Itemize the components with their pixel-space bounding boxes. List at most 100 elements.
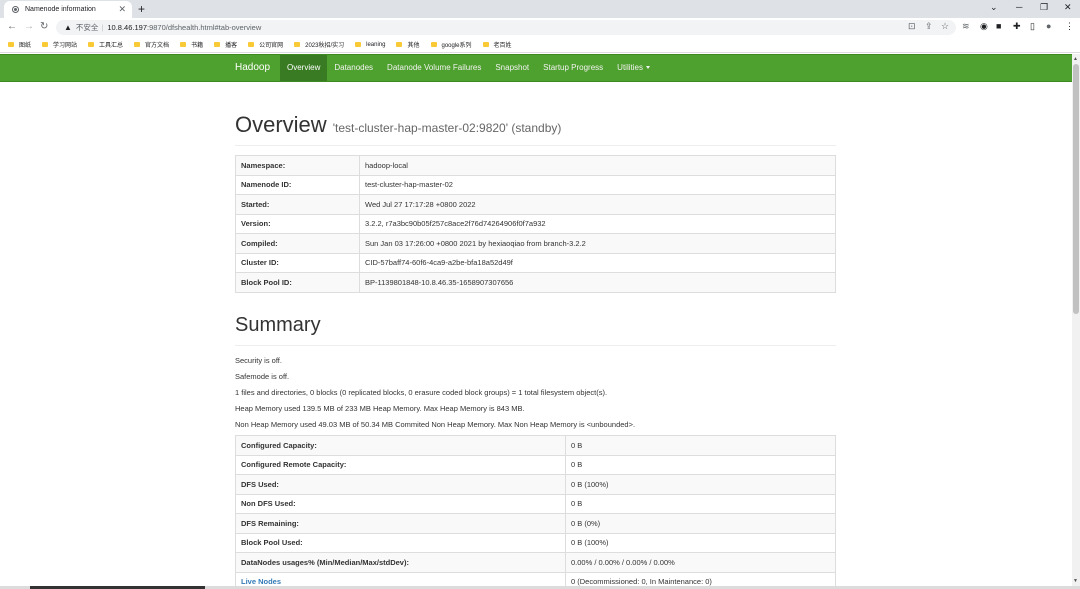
overview-subtitle: 'test-cluster-hap-master-02:9820' (stand…	[332, 121, 562, 135]
url-host: 10.8.46.197	[107, 23, 147, 32]
folder-icon	[42, 42, 49, 47]
menu-kebab-icon[interactable]: ⋮	[1065, 21, 1074, 32]
browser-toolbar: ← → ↻ ▲ 不安全 | 10.8.46.197 :9870/dfshealt…	[0, 18, 1080, 37]
folder-icon	[294, 42, 301, 47]
minimize-icon[interactable]: ─	[1016, 2, 1022, 12]
translate-icon[interactable]: ⊡	[908, 21, 916, 32]
folder-icon	[8, 42, 14, 47]
table-row: Namenode ID: test-cluster-hap-master-02	[235, 174, 836, 195]
table-row: DFS Used: 0 B (100%)	[235, 474, 836, 494]
nav-overview[interactable]: Overview	[280, 55, 328, 81]
table-row: Compiled: Sun Jan 03 17:26:00 +0800 2021 …	[235, 233, 836, 253]
nav-utilities-dropdown[interactable]: Utilities	[610, 55, 657, 81]
row-key: Started:	[235, 194, 360, 214]
chevron-down-icon[interactable]: ⌄	[990, 2, 998, 13]
security-status: 不安全	[75, 23, 99, 32]
table-row: Started: Wed Jul 27 17:17:28 +0800 2022	[235, 194, 836, 214]
row-value: 3.2.2, r7a3bc90b05f257c8ace2f76d74264906…	[359, 213, 836, 234]
separator: |	[101, 23, 104, 32]
extension-wave-icon[interactable]: ≋	[962, 21, 970, 32]
table-row: DataNodes usages% (Min/Median/Max/stdDev…	[235, 552, 836, 572]
tab-title: Namenode information	[25, 6, 96, 13]
scroll-down-arrow-icon[interactable]: ▼	[1073, 578, 1078, 584]
folder-icon	[88, 42, 95, 47]
extension-circle-icon[interactable]: ◉	[980, 21, 988, 32]
summary-title: Summary	[235, 314, 321, 336]
bookmark-folder[interactable]: 书籍	[180, 40, 203, 49]
table-row: Version: 3.2.2, r7a3bc90b05f257c8ace2f76d…	[235, 213, 836, 234]
puzzle-icon[interactable]: ✚	[1013, 21, 1021, 32]
overview-table: Namespace: hadoop-local Namenode ID: test-…	[235, 155, 836, 293]
table-row: Cluster ID: CID-57baff74-60f6-4ca9-a2be-b…	[235, 252, 836, 273]
back-arrow-icon[interactable]: ←	[7, 21, 17, 32]
table-row: Configured Remote Capacity: 0 B	[235, 454, 836, 475]
folder-icon	[396, 42, 403, 47]
navbar-brand[interactable]: Hadoop	[235, 55, 270, 81]
bookmark-folder[interactable]: 官方文档	[134, 40, 169, 49]
folder-icon	[430, 42, 437, 47]
folder-icon	[248, 42, 255, 47]
bookmark-folder[interactable]: 播客	[214, 40, 237, 49]
star-icon[interactable]: ☆	[941, 21, 949, 32]
row-key: Cluster ID:	[235, 252, 360, 273]
row-key-cell: Live Nodes	[235, 571, 566, 586]
row-key: Configured Capacity:	[235, 435, 566, 455]
folder-icon	[355, 42, 362, 47]
profile-avatar-icon[interactable]: ●	[1046, 21, 1051, 31]
row-key: Namenode ID:	[235, 174, 360, 195]
nav-snapshot[interactable]: Snapshot	[488, 55, 536, 81]
folder-icon	[214, 42, 221, 47]
live-nodes-link[interactable]: Live Nodes	[241, 577, 281, 586]
scroll-up-arrow-icon[interactable]: ▲	[1073, 56, 1078, 62]
row-key: Block Pool Used:	[235, 532, 566, 553]
row-key: Configured Remote Capacity:	[235, 454, 566, 475]
bookmark-folder[interactable]: leaning	[355, 42, 385, 48]
new-tab-button[interactable]: +	[138, 2, 145, 16]
bookmark-folder[interactable]: 其他	[396, 40, 420, 49]
bookmark-folder[interactable]: 图纸	[8, 40, 31, 49]
page-viewport: Hadoop Overview Datanodes Datanode Volum…	[0, 54, 1072, 586]
bookmark-folder[interactable]: google系列	[430, 40, 472, 49]
folder-icon	[134, 42, 141, 47]
row-value: hadoop-local	[359, 155, 836, 175]
overview-heading: Overview 'test-cluster-hap-master-02:9820…	[235, 112, 561, 138]
row-value: 0 B (100%)	[565, 532, 836, 553]
globe-icon	[12, 6, 19, 13]
bookmark-folder[interactable]: 公司官网	[248, 40, 283, 49]
row-value: 0 B (100%)	[565, 474, 836, 494]
summary-line: 1 files and directories, 0 blocks (0 rep…	[235, 388, 608, 397]
table-row: Live Nodes 0 (Decommissioned: 0, In Maint…	[235, 571, 836, 586]
forward-arrow-icon[interactable]: →	[24, 21, 34, 32]
share-icon[interactable]: ⇪	[925, 21, 933, 32]
bookmarks-bar: 图纸 学习网站 工具汇总 官方文档 书籍 播客 公司官网 2023秋招/实习 l…	[0, 37, 1080, 53]
bookmark-folder[interactable]: 工具汇总	[88, 40, 123, 49]
side-panel-icon[interactable]: ▯	[1030, 21, 1035, 32]
folder-icon	[180, 42, 187, 47]
row-key: Compiled:	[235, 233, 360, 253]
summary-table: Configured Capacity: 0 B Configured Remot…	[235, 435, 836, 586]
caret-down-icon	[645, 66, 650, 70]
row-key: Block Pool ID:	[235, 272, 360, 292]
page-scrollbar[interactable]: ▲ ▼	[1072, 54, 1080, 586]
row-key: Non DFS Used:	[235, 493, 566, 514]
reload-icon[interactable]: ↻	[40, 21, 48, 32]
nav-datanodes[interactable]: Datanodes	[327, 55, 380, 81]
summary-line: Safemode is off.	[235, 372, 290, 381]
bookmark-folder[interactable]: 老百姓	[482, 40, 512, 49]
address-bar[interactable]: ▲ 不安全 | 10.8.46.197 :9870/dfshealth.html…	[56, 20, 956, 35]
divider	[235, 145, 836, 146]
restore-icon[interactable]: ❐	[1040, 2, 1048, 13]
nav-datanode-volume-failures[interactable]: Datanode Volume Failures	[380, 55, 488, 81]
nav-utilities-label: Utilities	[617, 63, 643, 72]
scrollbar-thumb[interactable]	[1073, 64, 1079, 314]
bookmark-folder[interactable]: 学习网站	[42, 40, 77, 49]
close-tab-icon[interactable]: ✕	[118, 4, 126, 15]
table-row: Configured Capacity: 0 B	[235, 435, 836, 455]
row-value: test-cluster-hap-master-02	[359, 174, 836, 195]
bookmark-folder[interactable]: 2023秋招/实习	[294, 40, 344, 49]
nav-startup-progress[interactable]: Startup Progress	[536, 55, 610, 81]
browser-tab[interactable]: Namenode information ✕	[4, 1, 132, 18]
close-window-icon[interactable]: ✕	[1064, 2, 1072, 13]
extension-box-icon[interactable]: ■	[996, 21, 1001, 31]
row-value: 0 (Decommissioned: 0, In Maintenance: 0)	[565, 571, 836, 586]
